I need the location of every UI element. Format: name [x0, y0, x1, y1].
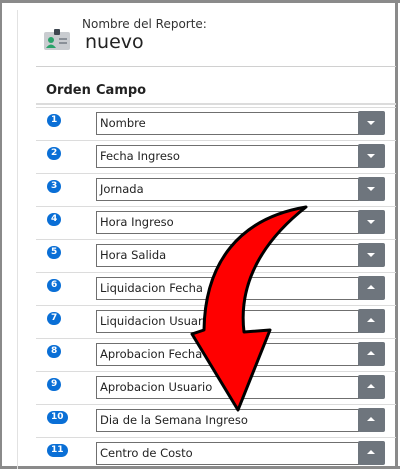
table-header-divider: [36, 103, 396, 105]
move-down-button[interactable]: [358, 144, 385, 168]
order-badge: 2: [47, 147, 62, 160]
table-row: 2 Fecha Ingreso: [36, 140, 396, 173]
window-frame-left: [0, 0, 2, 469]
move-up-button[interactable]: [358, 342, 385, 366]
caret-up-icon: [367, 351, 375, 355]
panel-border: [17, 10, 18, 469]
table-row: 6 Liquidacion Fecha: [36, 272, 396, 305]
report-name-label: Nombre del Reporte:: [82, 17, 207, 31]
order-badge: 11: [47, 444, 68, 457]
caret-up-icon: [367, 384, 375, 388]
campo-select[interactable]: Hora Salida: [96, 244, 359, 267]
caret-down-icon: [367, 253, 375, 257]
order-badge: 7: [47, 312, 62, 325]
table-row: 9 Aprobacion Usuario: [36, 371, 396, 404]
campo-select[interactable]: Nombre: [96, 112, 359, 135]
order-badge: 5: [47, 246, 62, 259]
table-row: 5 Hora Salida: [36, 239, 396, 272]
table-row: 8 Aprobacion Fecha: [36, 338, 396, 371]
order-badge: 3: [47, 180, 62, 193]
campo-select[interactable]: Centro de Costo: [96, 442, 359, 465]
header-divider: [36, 66, 396, 67]
move-down-button[interactable]: [358, 243, 385, 267]
campo-select[interactable]: Aprobacion Fecha: [96, 343, 359, 366]
caret-down-icon: [367, 220, 375, 224]
move-up-button[interactable]: [358, 276, 385, 300]
move-up-button[interactable]: [358, 408, 385, 432]
table-row: 11 Centro de Costo: [36, 437, 396, 469]
order-badge: 9: [47, 378, 62, 391]
table-row: 7 Liquidacion Usuario: [36, 305, 396, 338]
caret-down-icon: [367, 121, 375, 125]
order-badge: 4: [47, 213, 62, 226]
table-row: 1 Nombre: [36, 107, 396, 140]
move-down-button[interactable]: [358, 111, 385, 135]
move-up-button[interactable]: [358, 441, 385, 465]
window-frame-top: [0, 0, 400, 3]
campo-select[interactable]: Liquidacion Fecha: [96, 277, 359, 300]
order-badge: 10: [47, 411, 68, 424]
campo-select[interactable]: Dia de la Semana Ingreso: [96, 409, 359, 432]
caret-up-icon: [367, 318, 375, 322]
table-row: 4 Hora Ingreso: [36, 206, 396, 239]
order-badge: 6: [47, 279, 62, 292]
table-row: 3 Jornada: [36, 173, 396, 206]
caret-down-icon: [367, 154, 375, 158]
report-name-value: nuevo: [85, 31, 144, 53]
campo-select[interactable]: Jornada: [96, 178, 359, 201]
order-badge: 8: [47, 345, 62, 358]
caret-up-icon: [367, 417, 375, 421]
campo-select[interactable]: Hora Ingreso: [96, 211, 359, 234]
campo-select[interactable]: Fecha Ingreso: [96, 145, 359, 168]
caret-up-icon: [367, 450, 375, 454]
move-down-button[interactable]: [358, 177, 385, 201]
campo-select[interactable]: Aprobacion Usuario: [96, 376, 359, 399]
move-up-button[interactable]: [358, 375, 385, 399]
caret-down-icon: [367, 187, 375, 191]
id-card-icon: [44, 29, 70, 50]
move-down-button[interactable]: [358, 210, 385, 234]
table-row: 10 Dia de la Semana Ingreso: [36, 404, 396, 437]
order-badge: 1: [47, 114, 62, 127]
caret-up-icon: [367, 285, 375, 289]
column-header-campo: Campo: [96, 83, 147, 98]
move-up-button[interactable]: [358, 309, 385, 333]
campo-select[interactable]: Liquidacion Usuario: [96, 310, 359, 333]
column-header-orden: Orden: [46, 83, 91, 98]
